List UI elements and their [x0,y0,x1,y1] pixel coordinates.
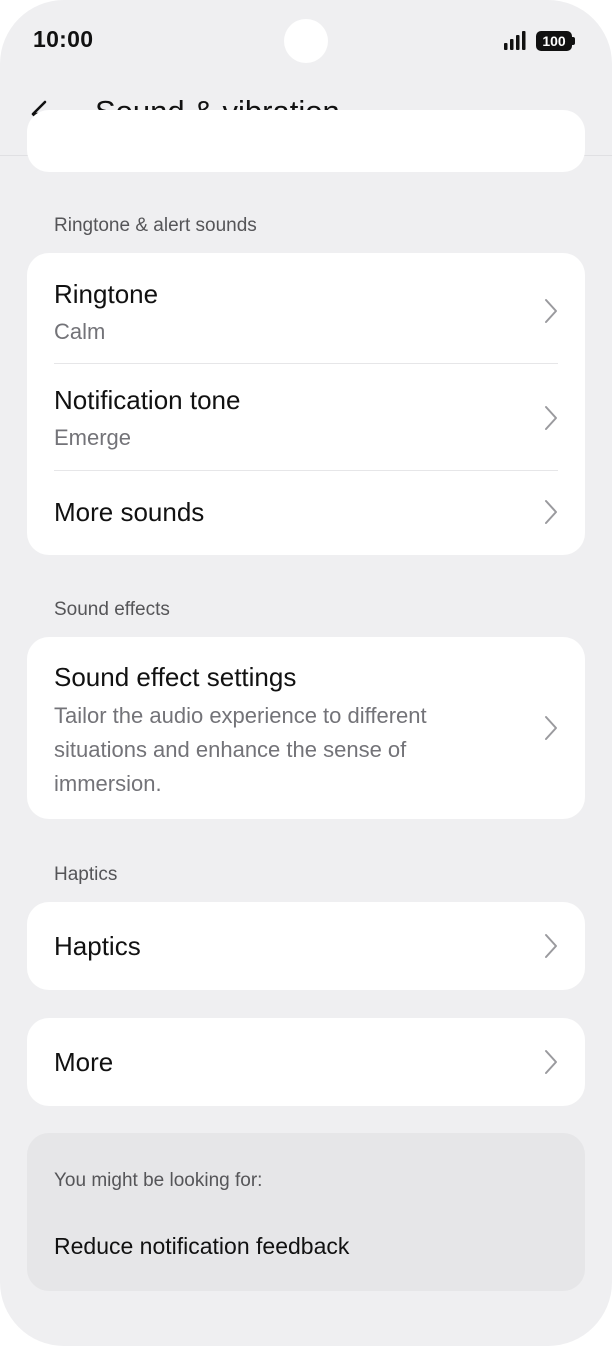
sound-effect-settings-row[interactable]: Sound effect settings Tailor the audio e… [27,637,585,819]
sound-effects-card: Sound effect settings Tailor the audio e… [27,637,585,819]
reduce-notification-feedback-link[interactable]: Reduce notification feedback [54,1233,349,1260]
camera-cutout [284,19,328,63]
chevron-right-icon [545,716,557,740]
notification-tone-row[interactable]: Notification tone Emerge [27,364,585,470]
haptics-title: Haptics [54,931,141,961]
battery-level: 100 [536,31,572,51]
chevron-right-icon [545,500,557,524]
chevron-right-icon [545,1050,557,1074]
section-label-ringtone: Ringtone & alert sounds [54,215,257,236]
more-card: More [27,1018,585,1106]
battery-tip [572,37,575,45]
previous-card [27,110,585,172]
status-time: 10:00 [33,26,94,52]
haptics-card: Haptics [27,902,585,990]
more-sounds-title: More sounds [54,497,205,527]
suggestions-card: You might be looking for: Reduce notific… [27,1133,585,1291]
notification-tone-value: Emerge [54,425,132,450]
haptics-row[interactable]: Haptics [27,902,585,990]
more-sounds-row[interactable]: More sounds [27,471,585,555]
battery-icon: 100 [536,31,576,51]
section-label-sound-effects: Sound effects [54,599,170,620]
chevron-right-icon [545,934,557,958]
phone-screen: 10:00 100 Sound & vibration Ringtone & a… [0,0,612,1346]
chevron-right-icon [545,299,557,323]
more-row[interactable]: More [27,1018,585,1106]
sound-effect-settings-title: Sound effect settings [54,662,297,692]
ringtone-card: Ringtone Calm Notification tone Emerge M… [27,253,585,555]
chevron-right-icon [545,406,557,430]
more-title: More [54,1047,114,1077]
status-bar: 10:00 100 [0,0,612,80]
section-label-haptics: Haptics [54,864,118,885]
notification-tone-title: Notification tone [54,385,241,415]
suggestions-label: You might be looking for: [54,1170,263,1191]
ringtone-row[interactable]: Ringtone Calm [27,253,585,363]
ringtone-value: Calm [54,319,106,344]
sound-effect-settings-description: Tailor the audio experience to different… [54,703,427,796]
ringtone-title: Ringtone [54,279,159,309]
signal-icon [504,31,526,50]
